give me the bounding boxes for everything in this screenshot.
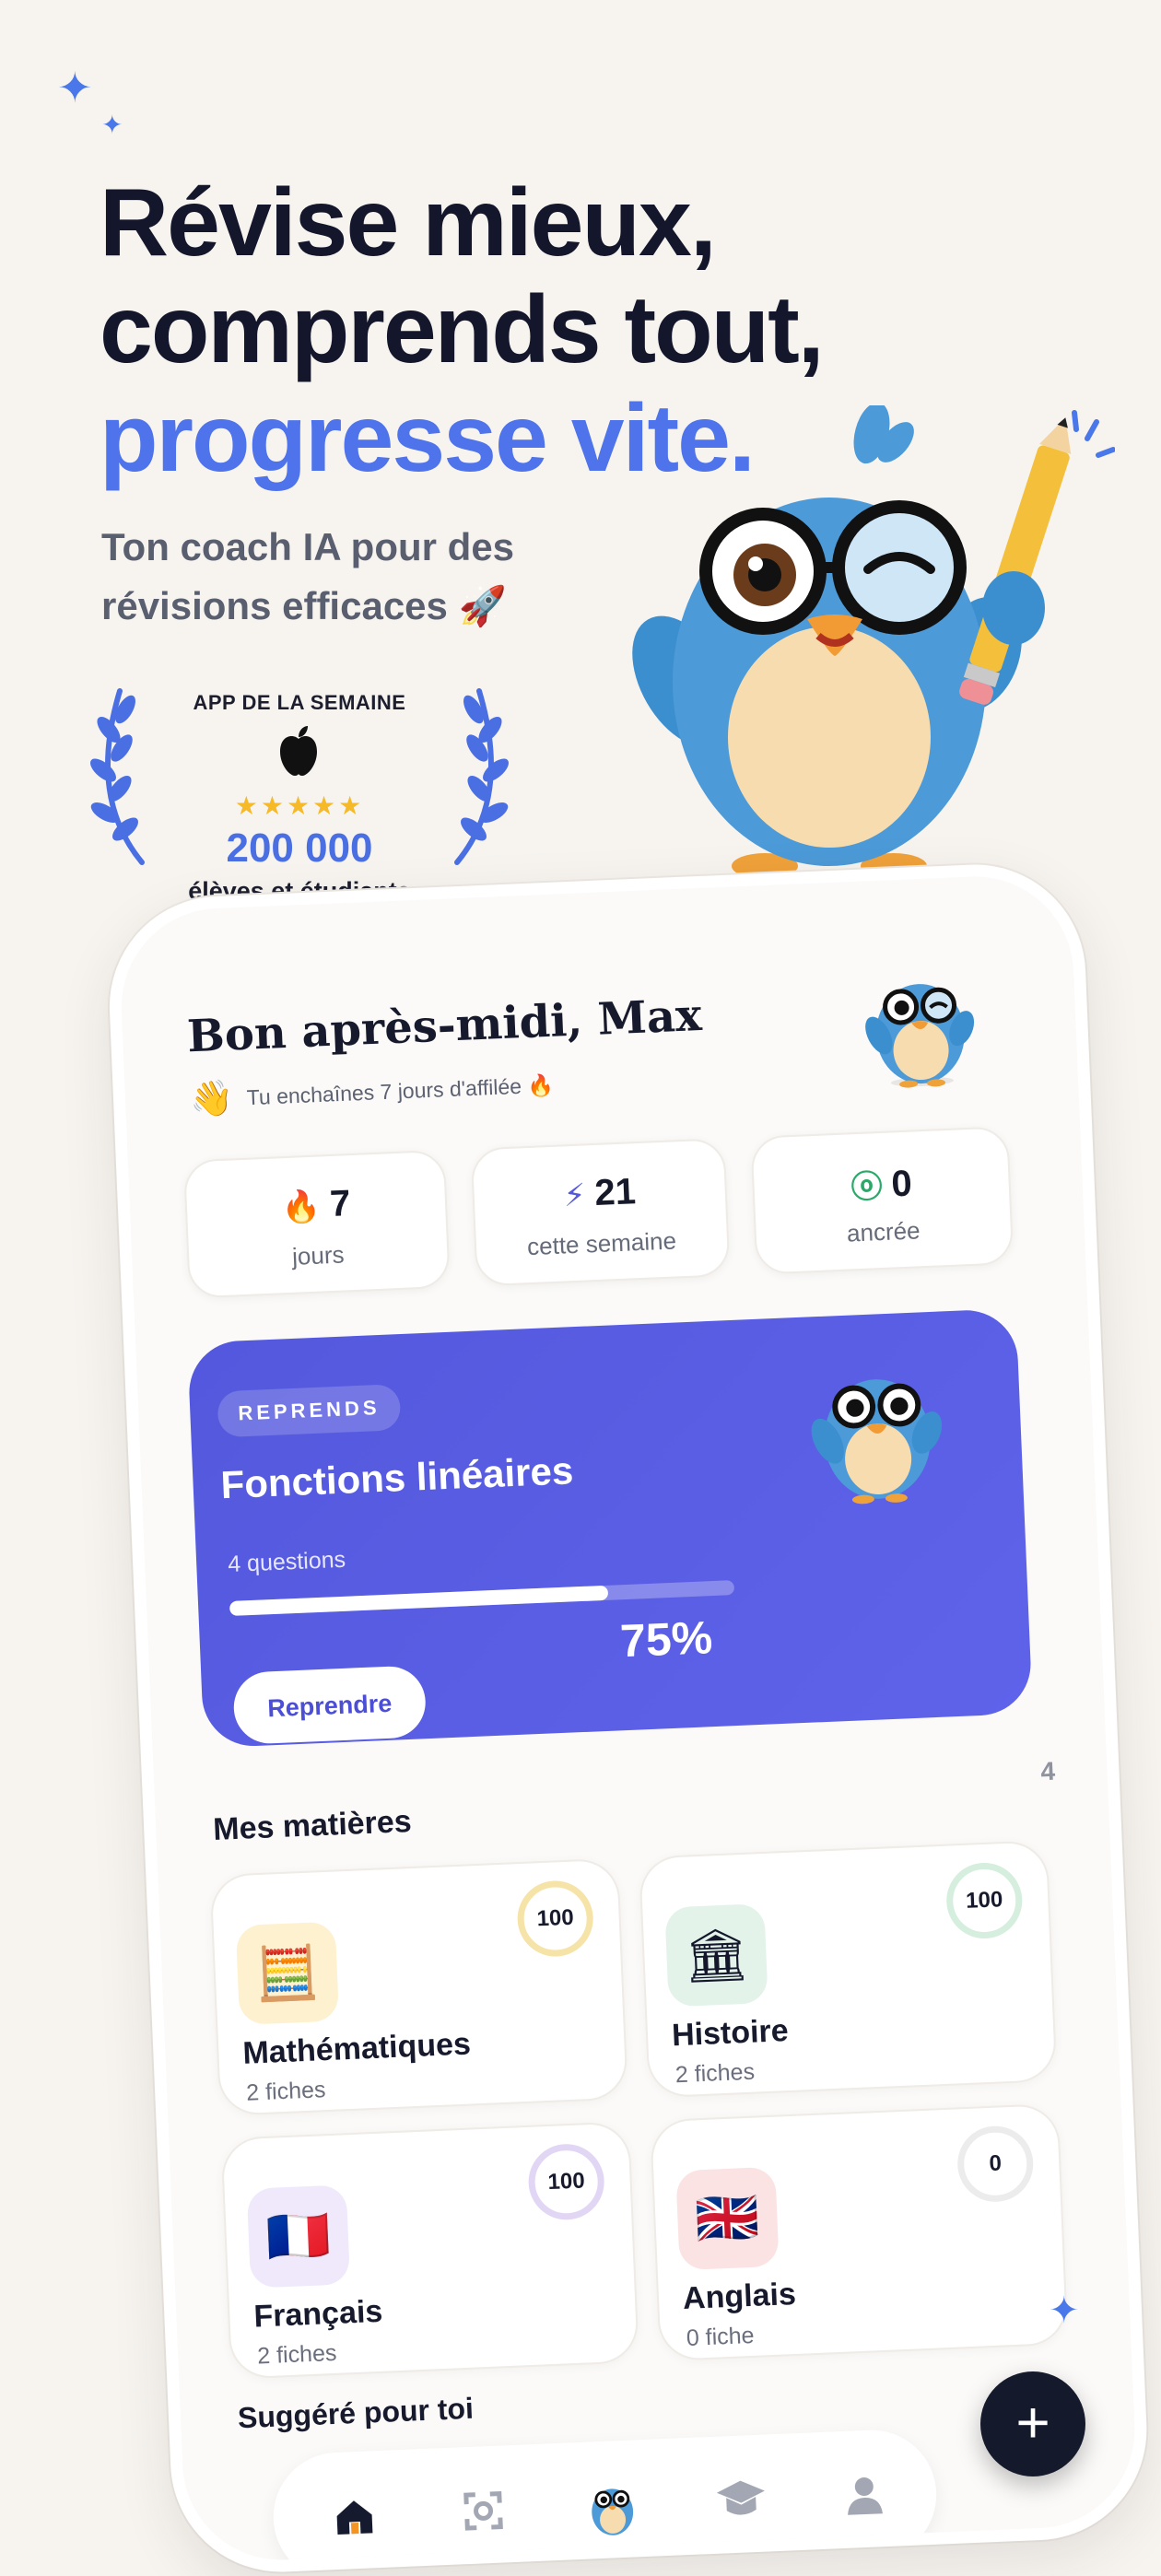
profile-icon[interactable] <box>827 2456 903 2533</box>
subject-count: 0 fiche <box>686 2322 756 2351</box>
streak-text: Tu enchaînes 7 jours d'affilée 🔥 <box>246 1072 555 1110</box>
stat-card-week: ⚡ 21 cette semaine <box>470 1138 731 1287</box>
subject-card-anglais[interactable]: 🇬🇧 0 Anglais 0 fiche <box>649 2102 1069 2362</box>
subject-card-histoire[interactable]: 🏛 100 Histoire 2 fiches <box>638 1840 1058 2099</box>
app-of-the-week-badge: APP DE LA SEMAINE ★★★★★ 200 000 élèves e… <box>83 673 516 921</box>
stat-label: jours <box>291 1240 346 1270</box>
progress-percent: 75% <box>618 1611 714 1668</box>
headline-line-2: comprends tout, <box>100 276 825 383</box>
subject-card-francais[interactable]: 🇫🇷 100 Français 2 fiches <box>220 2121 639 2380</box>
stat-label: cette semaine <box>526 1226 677 1261</box>
owl-avatar-icon <box>865 984 975 1088</box>
brain-icon: ⓞ <box>850 1168 884 1206</box>
museum-icon: 🏛 <box>682 1924 751 1985</box>
resume-tag: REPRENDS <box>217 1384 402 1438</box>
stat-label: ancrée <box>846 1216 921 1247</box>
badge-label: APP DE LA SEMAINE <box>193 691 406 714</box>
progress-bar-fill <box>229 1585 609 1617</box>
subject-name: Histoire <box>671 2013 790 2054</box>
mascot-icon[interactable] <box>574 2467 651 2544</box>
graduation-cap-icon[interactable] <box>703 2462 780 2538</box>
subject-name: Français <box>252 2293 384 2335</box>
owl-mascot-small-icon <box>811 1379 943 1505</box>
subject-count: 2 fiches <box>674 2058 756 2089</box>
hero-subtitle: Ton coach IA pour des révisions efficace… <box>101 525 515 627</box>
sparkle-icon: ✦ <box>57 64 93 111</box>
home-icon[interactable] <box>316 2478 393 2555</box>
phone-screen: Bon après-midi, Max 👋 Tu enchaînes 7 jou… <box>105 860 1152 2576</box>
resume-lesson-card[interactable]: REPRENDS Fonctions linéaires 4 questions… <box>187 1307 1033 1749</box>
headline-line-1: Révise mieux, <box>100 170 717 276</box>
greeting-title: Bon après-midi, Max <box>186 989 703 1063</box>
score-ring: 100 <box>526 2142 606 2221</box>
score-ring: 100 <box>944 1861 1024 1940</box>
bottom-tab-bar <box>270 2427 940 2576</box>
apple-icon <box>280 726 317 776</box>
resume-button[interactable]: Reprendre <box>232 1665 428 1745</box>
subject-count: 2 fiches <box>256 2339 337 2370</box>
sparkle-icon: ✦ <box>1049 2290 1080 2331</box>
owl-mascot-illustration <box>632 405 1115 897</box>
sparkle-icon: ✦ <box>101 111 123 139</box>
pagination-count: 4 <box>1039 1756 1056 1786</box>
french-flag-icon: 🇫🇷 <box>264 2206 333 2266</box>
streak-message: 👋 Tu enchaînes 7 jours d'affilée 🔥 <box>189 1065 555 1121</box>
active-tab-indicator <box>351 2558 361 2569</box>
progress-bar <box>229 1580 735 1617</box>
waving-hand-icon: 👋 <box>189 1079 235 1120</box>
calculator-icon: 🧮 <box>253 1942 322 2004</box>
flame-icon: 🔥 <box>281 1188 322 1226</box>
score-ring: 0 <box>956 2125 1035 2204</box>
uk-flag-icon: 🇬🇧 <box>694 2187 761 2249</box>
score-ring: 100 <box>515 1879 595 1959</box>
subject-name: Mathématiques <box>241 2026 472 2071</box>
stat-card-anchored: ⓞ 0 ancrée <box>750 1126 1014 1275</box>
bolt-icon: ⚡ <box>562 1177 587 1214</box>
subjects-heading: Mes matières <box>212 1803 413 1847</box>
rating-stars: ★★★★★ <box>234 791 365 820</box>
subject-card-maths[interactable]: 🧮 100 Mathématiques 2 fiches <box>209 1857 628 2116</box>
stat-value: 7 <box>329 1183 352 1225</box>
stat-value: 0 <box>890 1163 913 1205</box>
subject-count: 2 fiches <box>245 2077 326 2106</box>
stat-value: 21 <box>593 1171 637 1214</box>
user-count: 200 000 <box>226 825 373 871</box>
add-button[interactable]: + <box>980 2371 1085 2476</box>
phone-mockup: Bon après-midi, Max 👋 Tu enchaînes 7 jou… <box>105 860 1156 2576</box>
lesson-title: Fonctions linéaires <box>219 1448 575 1507</box>
suggested-heading: Suggéré pour toi <box>237 2391 475 2435</box>
question-count: 4 questions <box>227 1546 346 1578</box>
scan-icon[interactable] <box>445 2473 522 2549</box>
subject-name: Anglais <box>682 2276 797 2317</box>
stat-card-days: 🔥 7 jours <box>182 1149 451 1299</box>
